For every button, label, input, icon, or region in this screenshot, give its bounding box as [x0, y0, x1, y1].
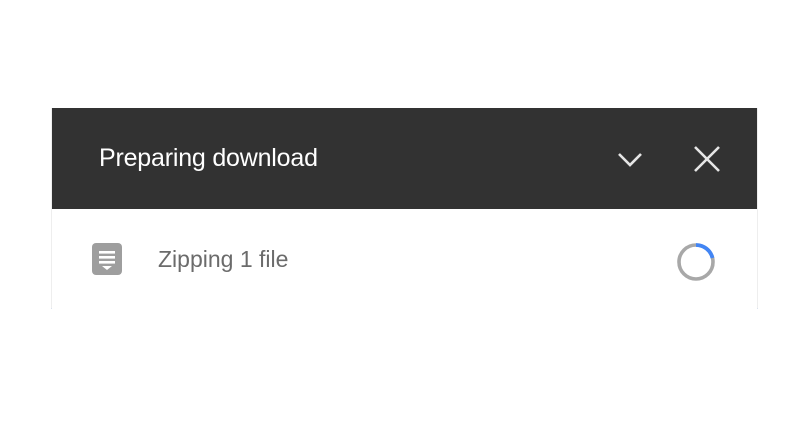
close-icon: [694, 145, 720, 172]
download-panel-header: Preparing download: [52, 108, 757, 209]
file-document-icon: [90, 242, 124, 276]
download-item-row: Zipping 1 file: [52, 209, 757, 309]
panel-title: Preparing download: [99, 144, 318, 172]
collapse-button[interactable]: [610, 139, 650, 179]
download-panel: Preparing download Zipping 1 file: [51, 108, 758, 309]
download-status-text: Zipping 1 file: [158, 245, 289, 272]
close-button[interactable]: [687, 139, 727, 179]
loading-spinner-icon: [675, 241, 717, 283]
chevron-down-icon: [618, 152, 642, 167]
